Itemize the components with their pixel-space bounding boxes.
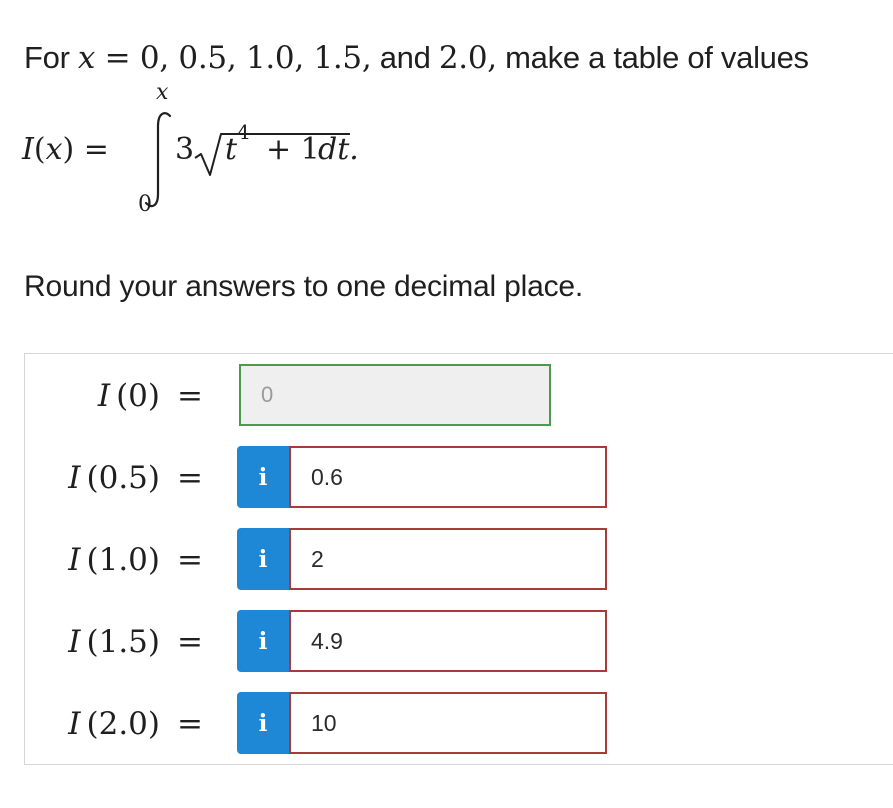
answer-locked-field: 0 [239,364,551,426]
answer-row: I (0) = 0 [25,364,893,428]
info-icon: i [258,709,268,737]
row-equals: = [177,624,203,660]
answer-row: I (0.5) = i [25,446,893,510]
row-func: I [68,706,81,742]
answer-input[interactable] [289,692,607,754]
answer-row: I (2.0) = i [25,692,893,756]
info-button[interactable]: i [237,692,289,754]
row-equals: = [177,460,203,496]
upper-limit: x [156,80,169,105]
row-label: I (1.0) [68,542,160,578]
info-icon: i [258,463,268,491]
rounding-instruction: Round your answers to one decimal place. [24,270,583,303]
answer-input[interactable] [289,528,607,590]
row-arg: (0) [116,378,160,414]
formula-eq: = [83,132,109,167]
formula-coef: 3 [175,132,195,167]
info-icon: i [258,545,268,573]
row-label: I (1.5) [68,624,160,660]
differential: dt. [318,132,359,167]
answer-input[interactable] [289,610,607,672]
integral-formula: I(x) = x 0 3 t 4 + 1 dt. [22,80,442,230]
formula-arg: x [45,132,63,167]
question-prompt: For x = 0, 0.5, 1.0, 1.5, and 2.0, make … [24,40,809,76]
lower-limit: 0 [138,192,152,217]
row-label: I (2.0) [68,706,160,742]
prompt-values: 0, 0.5, 1.0, 1.5, [139,40,372,76]
radicand-plus-one: + 1 [266,132,320,167]
row-equals: = [177,706,203,742]
info-button[interactable]: i [237,610,289,672]
row-arg: (0.5) [86,460,161,496]
row-label: I (0.5) [68,460,160,496]
radicand-exponent: 4 [237,120,250,144]
row-equals: = [177,542,203,578]
formula-lhs: I(x) = [22,132,109,167]
prompt-lead: For [24,40,78,75]
answer-row: I (1.0) = i [25,528,893,592]
row-arg: (1.0) [86,542,161,578]
prompt-equals: = [95,40,140,76]
prompt-and: and [371,40,439,75]
row-func: I [68,624,81,660]
prompt-variable: x [77,40,96,76]
prompt-last-value: 2.0, [438,40,497,76]
row-func: I [97,378,111,414]
info-button[interactable]: i [237,446,289,508]
answer-table: I(0) = 0 I(0.5) = i I(1.0) = i I(1.5) = … [24,353,893,765]
prompt-trail: make a table of values [496,40,809,75]
formula-rparen: ) [62,132,75,167]
row-arg: (2.0) [86,706,161,742]
info-icon: i [258,627,268,655]
answer-row: I (1.5) = i [25,610,893,674]
row-func: I [68,460,81,496]
radicand-var: t [225,132,238,167]
formula-lparen: ( [33,132,46,167]
row-arg: (1.5) [86,624,161,660]
row-func: I [68,542,81,578]
answer-input[interactable] [289,446,607,508]
row-label: I (0) [98,378,160,414]
row-equals: = [177,378,203,414]
formula-func: I [22,132,34,167]
info-button[interactable]: i [237,528,289,590]
